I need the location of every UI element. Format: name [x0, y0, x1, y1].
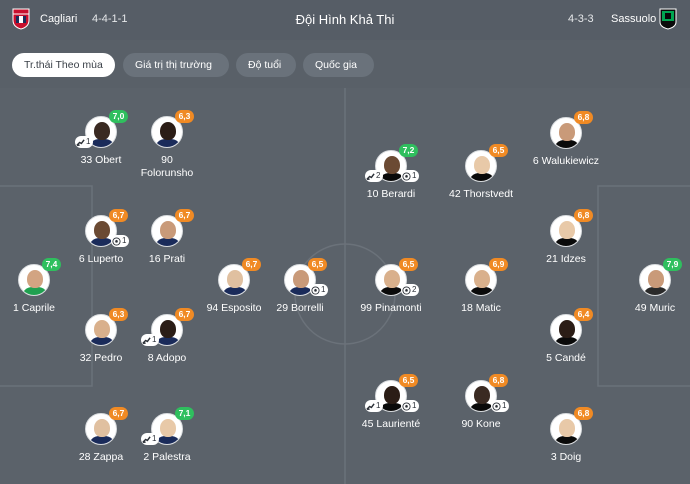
tab-nationality[interactable]: Quốc gia — [303, 53, 374, 77]
player-card[interactable]: 6,5 42 Thorstvedt — [431, 144, 531, 220]
football-icon — [402, 171, 411, 181]
assist-icon — [76, 138, 85, 147]
player-name: 10 Berardi — [366, 188, 416, 200]
rating-badge: 6,7 — [175, 209, 194, 222]
assist-icon — [366, 172, 375, 181]
goal-count: 1 — [502, 401, 507, 410]
rating-badge: 6,4 — [574, 308, 593, 321]
goal-badge: 1 — [310, 284, 329, 296]
player-card[interactable]: 6,5 1 29 Borrelli — [250, 258, 350, 334]
tab-season-form[interactable]: Tr.thái Theo mùa — [12, 53, 115, 77]
rating-badge: 6,3 — [175, 110, 194, 123]
assist-count: 1 — [152, 434, 157, 443]
rating-badge: 7,1 — [175, 407, 194, 420]
goal-badge: 1 — [401, 170, 420, 182]
player-card[interactable]: 7,9 49 Muric — [605, 258, 690, 334]
rating-badge: 6,8 — [574, 209, 593, 222]
player-card[interactable]: 6,8 6 Walukiewicz — [516, 111, 616, 187]
assist-count: 1 — [376, 401, 381, 410]
player-name: 99 Pinamonti — [360, 302, 422, 314]
sassuolo-crest-icon — [659, 8, 677, 30]
player-card[interactable]: 6,4 5 Candé — [516, 308, 616, 384]
goal-count: 1 — [412, 401, 417, 410]
assist-count: 1 — [152, 335, 157, 344]
rating-badge: 6,5 — [489, 144, 508, 157]
rating-badge: 7,2 — [399, 144, 418, 157]
assist-badge: 1 — [141, 334, 160, 346]
rating-badge: 6,5 — [399, 374, 418, 387]
goal-badge: 1 — [491, 400, 510, 412]
match-header: Cagliari 4-4-1-1 Đội Hình Khả Thi 4-3-3 … — [0, 0, 690, 40]
rating-badge: 6,8 — [489, 374, 508, 387]
football-icon — [402, 285, 411, 295]
rating-badge: 6,7 — [175, 308, 194, 321]
assist-badge: 1 — [365, 400, 384, 412]
player-name: 5 Candé — [546, 352, 586, 364]
assist-icon — [142, 435, 151, 444]
player-card[interactable]: 6,7 1 8 Adopo — [117, 308, 217, 384]
assist-badge: 2 — [365, 170, 384, 182]
rating-badge: 6,5 — [399, 258, 418, 271]
player-card[interactable]: 7,1 1 2 Palestra — [117, 407, 217, 483]
away-formation: 4-3-3 — [568, 13, 594, 25]
rating-badge: 6,8 — [574, 111, 593, 124]
away-team-name[interactable]: Sassuolo — [611, 13, 656, 25]
goal-count: 2 — [412, 285, 417, 294]
football-icon — [311, 285, 320, 295]
football-icon — [402, 401, 411, 411]
assist-icon — [366, 402, 375, 411]
assist-count: 1 — [86, 137, 91, 146]
assist-icon — [142, 336, 151, 345]
football-icon — [492, 401, 501, 411]
player-name: 49 Muric — [634, 302, 676, 314]
player-card[interactable]: 6,8 3 Doig — [516, 407, 616, 483]
assist-badge: 1 — [75, 136, 94, 148]
player-card[interactable]: 6,5 1 1 45 Laurienté — [341, 374, 441, 450]
player-name: 3 Doig — [550, 451, 582, 463]
player-name: 42 Thorstvedt — [448, 188, 513, 200]
player-name: 45 Laurienté — [361, 418, 421, 430]
goal-badge: 1 — [401, 400, 420, 412]
tab-market-value[interactable]: Giá trị thị trường — [123, 53, 229, 77]
goal-count: 1 — [412, 171, 417, 180]
player-card[interactable]: 6,3 90 Folorunsho — [117, 110, 217, 186]
player-name: 6 Walukiewicz — [532, 155, 600, 167]
tab-age[interactable]: Độ tuổi — [236, 53, 296, 77]
player-card[interactable]: 6,8 21 Idzes — [516, 209, 616, 285]
player-name: 21 Idzes — [546, 253, 586, 265]
rating-badge: 6,8 — [574, 407, 593, 420]
player-name: 8 Adopo — [147, 352, 187, 364]
assist-count: 2 — [376, 171, 381, 180]
rating-badge: 6,5 — [308, 258, 327, 271]
rating-badge: 6,9 — [489, 258, 508, 271]
player-card[interactable]: 7,2 2 1 10 Berardi — [341, 144, 441, 220]
player-name: 2 Palestra — [143, 451, 191, 463]
assist-badge: 1 — [141, 433, 160, 445]
player-name: 29 Borrelli — [276, 302, 324, 314]
player-name: 90 Folorunsho — [140, 154, 194, 179]
goal-badge: 2 — [401, 284, 420, 296]
player-card[interactable]: 6,5 2 99 Pinamonti — [341, 258, 441, 334]
goal-count: 1 — [321, 285, 326, 294]
rating-badge: 7,9 — [663, 258, 682, 271]
rating-badge: 7,4 — [42, 258, 61, 271]
